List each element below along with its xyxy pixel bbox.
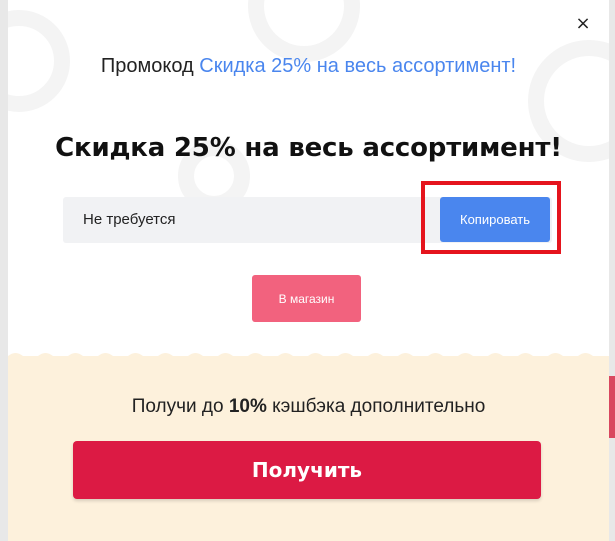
cashback-text-after: кэшбэка дополнительно bbox=[266, 396, 486, 417]
cashback-percent: 10% bbox=[228, 396, 267, 417]
background-right-edge bbox=[609, 0, 615, 541]
highlight-frame bbox=[421, 181, 561, 254]
promo-prefix: Промокод bbox=[100, 55, 200, 77]
promo-code-value: Не требуется bbox=[83, 211, 176, 228]
cashback-caption: Получи до 10% кэшбэка дополнительно bbox=[8, 396, 609, 418]
get-cashback-button[interactable]: Получить bbox=[73, 441, 541, 499]
offer-headline: Скидка 25% на весь ассортимент! bbox=[55, 133, 562, 163]
promo-caption: Промокод Скидка 25% на весь ассортимент! bbox=[58, 50, 559, 82]
wavy-divider bbox=[8, 353, 609, 362]
cashback-section: Получи до 10% кэшбэка дополнительно Полу… bbox=[8, 353, 609, 541]
promo-title: Скидка 25% на весь ассортимент! bbox=[199, 55, 517, 77]
cashback-text-before: Получи до bbox=[131, 396, 229, 417]
background-button-fragment bbox=[609, 376, 615, 438]
background-left-edge bbox=[0, 0, 8, 541]
promo-modal: × Промокод Скидка 25% на весь ассортимен… bbox=[8, 0, 609, 541]
close-icon[interactable]: × bbox=[573, 14, 593, 34]
go-to-shop-button[interactable]: В магазин bbox=[252, 275, 361, 322]
